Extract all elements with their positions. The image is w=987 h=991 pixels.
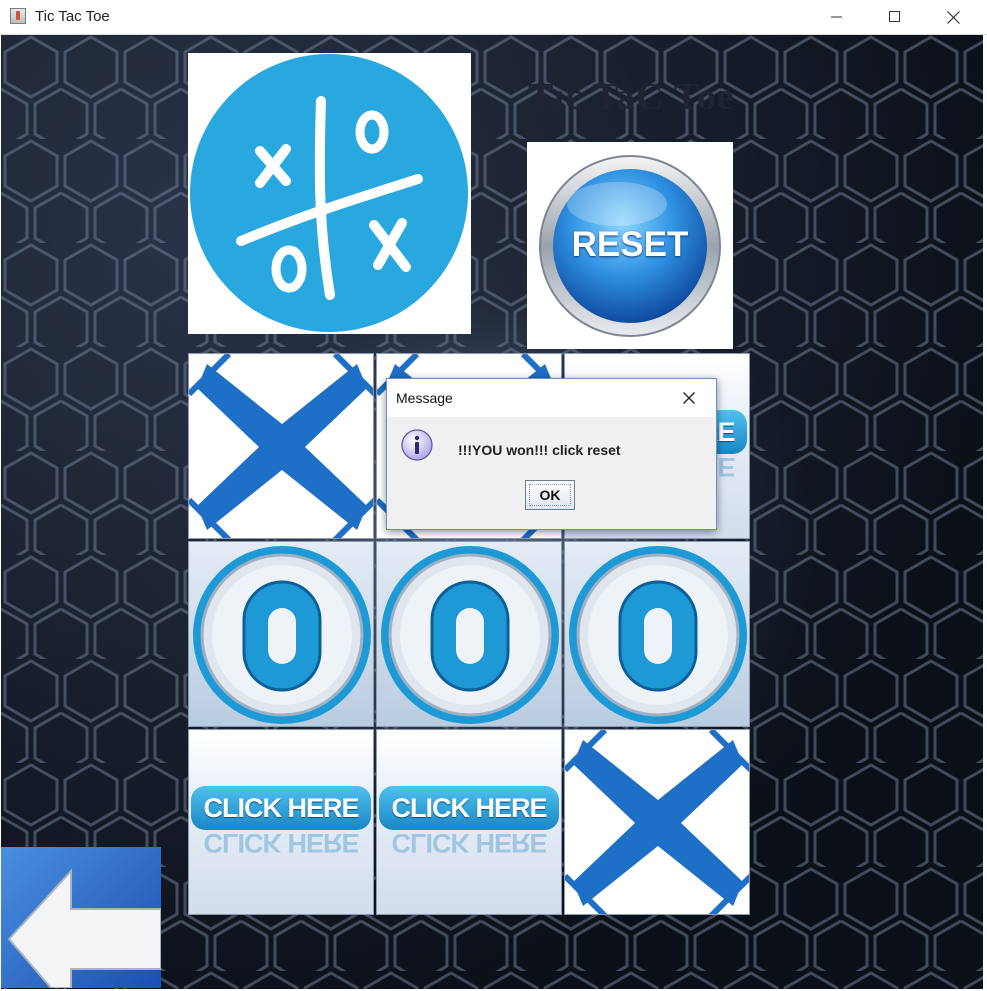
close-icon [946, 10, 960, 24]
back-button[interactable] [1, 847, 162, 989]
window-titlebar: Tic Tac Toe [0, 0, 987, 35]
reset-button[interactable]: RESET [527, 142, 733, 349]
board-cell-o[interactable] [564, 541, 750, 727]
game-window-content: Tic TaC Toe RESET CLICK HERE CLICK HERE … [1, 35, 983, 989]
click-here-label: CLICK HERE [391, 792, 547, 823]
board-cell-empty[interactable]: CLICK HERE CLICK HERE [188, 729, 374, 915]
dialog-titlebar: Message [387, 379, 716, 417]
minimize-icon [831, 16, 842, 18]
minimize-button[interactable] [808, 0, 866, 34]
close-button[interactable] [924, 0, 982, 34]
maximize-icon [889, 11, 900, 22]
click-here-reflection: CLICK HERE [191, 834, 371, 858]
ok-button[interactable]: OK [525, 480, 575, 510]
click-here-reflection: CLICK HERE [379, 834, 559, 858]
close-icon [683, 392, 695, 404]
click-here-label: CLICK HERE [203, 792, 359, 823]
reset-label: RESET [571, 225, 689, 264]
dialog-message: !!!YOU won!!! click reset [458, 442, 621, 458]
dialog-title: Message [396, 390, 453, 406]
game-heading: Tic TaC Toe [528, 76, 735, 118]
click-here-reflection-text: CLICK HERE [203, 834, 359, 858]
o-mark-icon [569, 546, 747, 724]
board-cell-o[interactable] [376, 541, 562, 727]
board-cell-o[interactable] [188, 541, 374, 727]
o-mark-icon [193, 546, 371, 724]
logo-image [188, 53, 471, 334]
dialog-close-button[interactable] [674, 383, 704, 413]
click-here-banner: CLICK HERE [191, 786, 371, 830]
x-mark-icon [565, 730, 749, 914]
tic-tac-toe-logo-icon [190, 54, 468, 332]
window-title: Tic Tac Toe [35, 8, 110, 25]
board-cell-x[interactable] [564, 729, 750, 915]
maximize-button[interactable] [866, 0, 924, 34]
click-here-banner: CLICK HERE [379, 786, 559, 830]
message-dialog: Message !!!YOU won!!! click reset OK [386, 378, 717, 530]
o-mark-icon [381, 546, 559, 724]
board-cell-x[interactable] [188, 353, 374, 539]
board-cell-empty[interactable]: CLICK HERE CLICK HERE [376, 729, 562, 915]
info-icon [401, 429, 433, 461]
java-app-icon [10, 8, 26, 24]
back-arrow-icon [7, 868, 162, 989]
x-mark-icon [189, 354, 373, 538]
click-here-reflection-text: CLICK HERE [391, 834, 547, 858]
